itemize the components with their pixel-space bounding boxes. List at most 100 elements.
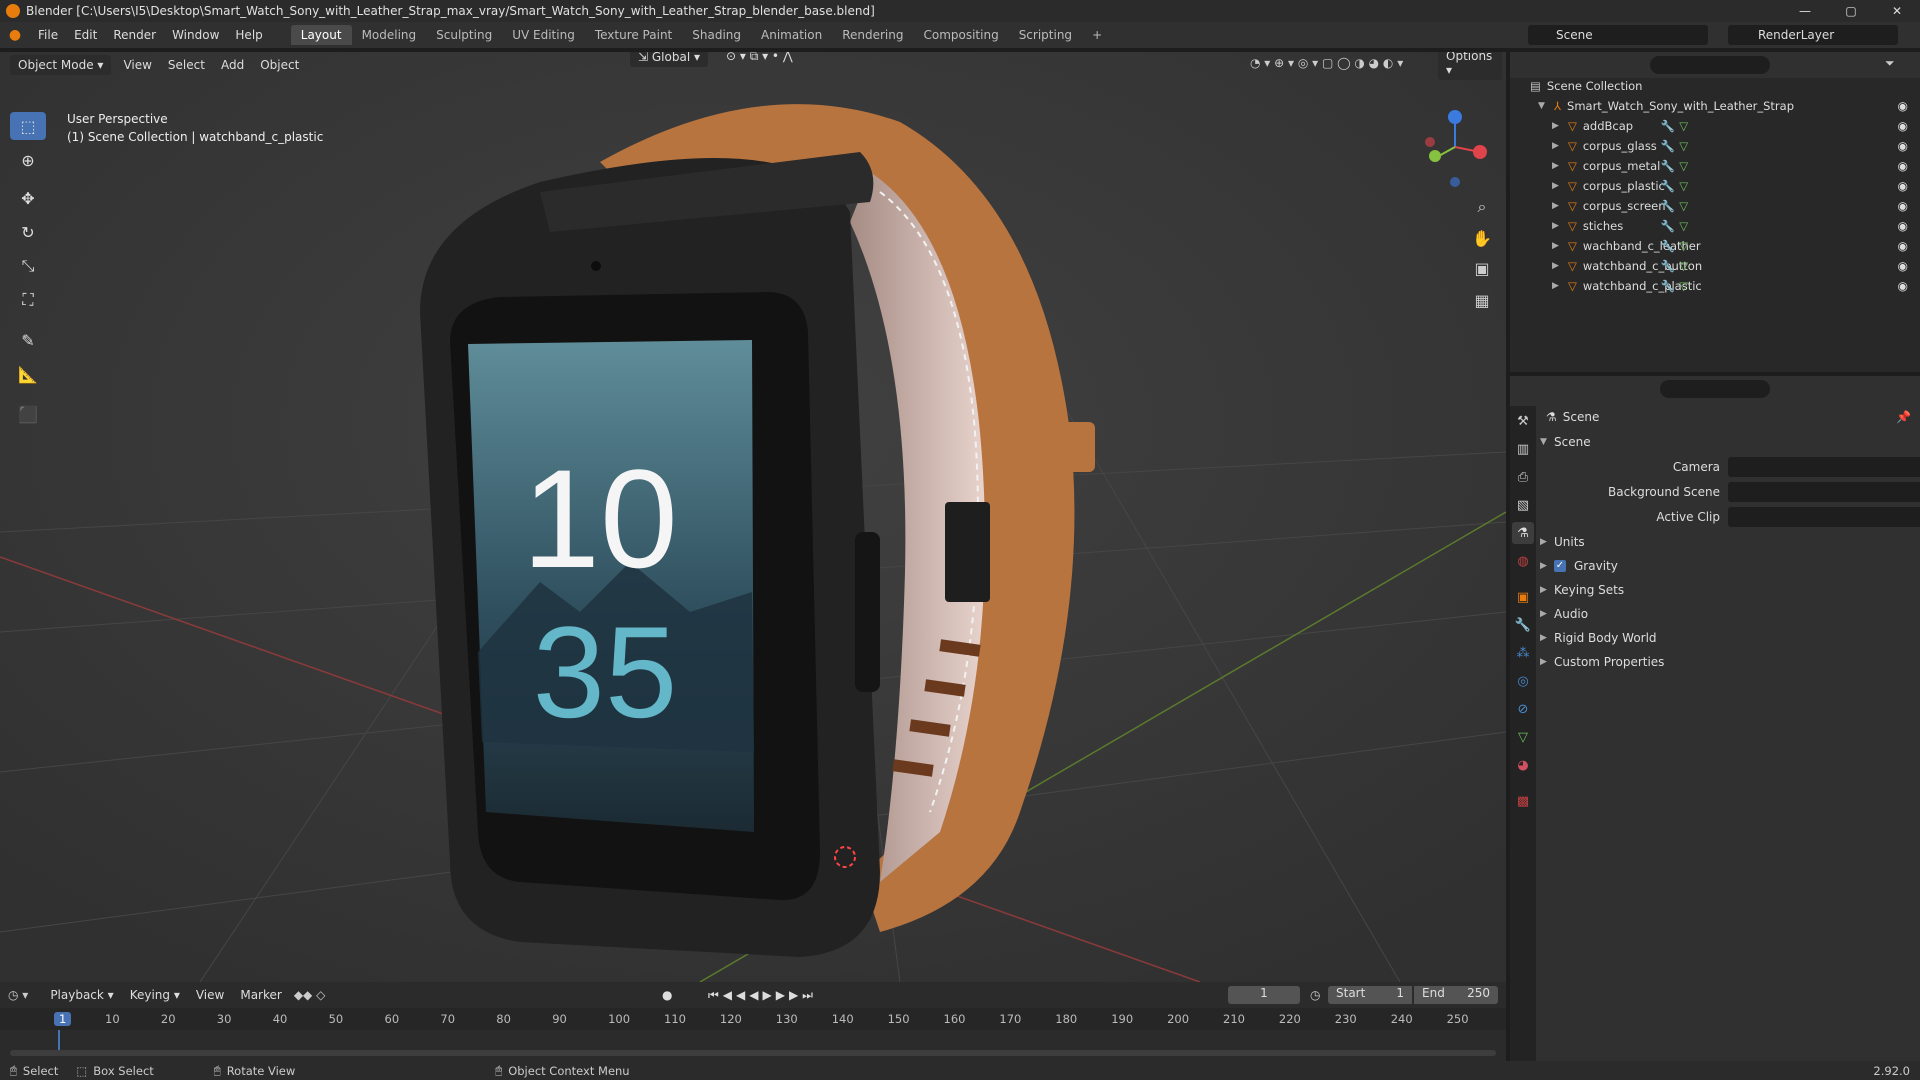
timeline-scrollbar[interactable]: [10, 1050, 1496, 1056]
properties-section-header[interactable]: ▶ ✓ Gravity: [1540, 555, 1915, 577]
menu-help[interactable]: Help: [227, 28, 270, 42]
add-cube-tool[interactable]: ⬛: [10, 400, 46, 428]
modifier-icon[interactable]: 🔧: [1661, 279, 1675, 293]
end-frame-field[interactable]: End 250: [1414, 986, 1498, 1004]
record-icon[interactable]: ●: [662, 988, 672, 1002]
menu-render[interactable]: Render: [105, 28, 164, 42]
outliner-object-row[interactable]: ▶ ▽ corpus_plastic 🔧 ▽ ◉: [1510, 176, 1920, 196]
modifier-tab-icon[interactable]: 🔧: [1512, 614, 1534, 636]
properties-search-input[interactable]: [1660, 380, 1770, 398]
object-tab-icon[interactable]: ▣: [1512, 586, 1534, 608]
cursor-tool[interactable]: ⊕: [10, 146, 46, 174]
render-tab-icon[interactable]: ▥: [1512, 438, 1534, 460]
tab-scripting[interactable]: Scripting: [1009, 25, 1082, 45]
mesh-data-icon[interactable]: ▽: [1679, 279, 1688, 293]
frame-ruler[interactable]: 1 10 20 30 40 50 60 70 80 90 100 110 120 130 140 150 160…: [0, 1008, 1506, 1056]
snapping-icons[interactable]: ⊙ ▾ ⧉ ▾ • ⋀: [718, 52, 801, 67]
close-button[interactable]: ✕: [1874, 0, 1920, 22]
visibility-eye-icon[interactable]: ◉: [1898, 219, 1908, 233]
camera-field[interactable]: [1728, 457, 1920, 477]
expand-right-icon[interactable]: ▶: [1552, 121, 1562, 131]
scale-tool[interactable]: ⤡: [10, 252, 46, 280]
expand-right-icon[interactable]: ▶: [1552, 241, 1562, 251]
expand-right-icon[interactable]: ▶: [1552, 261, 1562, 271]
modifier-icon[interactable]: 🔧: [1661, 139, 1675, 153]
transform-orientation-dropdown[interactable]: ⇲ Global ▾: [630, 52, 708, 67]
material-tab-icon[interactable]: ◕: [1512, 754, 1534, 776]
visibility-eye-icon[interactable]: ◉: [1898, 259, 1908, 273]
tab-uv-editing[interactable]: UV Editing: [502, 25, 585, 45]
annotate-tool[interactable]: ✎: [10, 326, 46, 354]
visibility-eye-icon[interactable]: ◉: [1898, 239, 1908, 253]
expand-right-icon[interactable]: ▶: [1552, 161, 1562, 171]
tool-settings-tab-icon[interactable]: ⚒: [1512, 410, 1534, 432]
move-tool[interactable]: ✥: [10, 184, 46, 212]
viewport-menu-object[interactable]: Object: [252, 55, 307, 75]
outliner-object-row[interactable]: ▶ ▽ corpus_glass 🔧 ▽ ◉: [1510, 136, 1920, 156]
scene-selector[interactable]: Scene: [1528, 25, 1708, 45]
mesh-data-icon[interactable]: ▽: [1679, 179, 1688, 193]
active-clip-field[interactable]: [1728, 507, 1920, 527]
tab-sculpting[interactable]: Sculpting: [426, 25, 502, 45]
mesh-data-icon[interactable]: ▽: [1679, 139, 1688, 153]
expand-right-icon[interactable]: ▶: [1552, 281, 1562, 291]
modifier-icon[interactable]: 🔧: [1661, 239, 1675, 253]
select-box-tool[interactable]: ⬚: [10, 112, 46, 140]
mesh-data-icon[interactable]: ▽: [1679, 119, 1688, 133]
properties-section-header[interactable]: ▶ Keying Sets: [1540, 579, 1915, 601]
maximize-button[interactable]: ▢: [1828, 0, 1874, 22]
modifier-icon[interactable]: 🔧: [1661, 119, 1675, 133]
visibility-eye-icon[interactable]: ◉: [1898, 279, 1908, 293]
background-scene-field[interactable]: [1728, 482, 1920, 502]
gravity-checkbox[interactable]: ✓: [1554, 560, 1566, 572]
outliner-object-row[interactable]: ▶ ▽ corpus_screen 🔧 ▽ ◉: [1510, 196, 1920, 216]
modifier-icon[interactable]: 🔧: [1661, 199, 1675, 213]
editor-type-icon[interactable]: ◷ ▾: [8, 988, 28, 1002]
tab-texture-paint[interactable]: Texture Paint: [585, 25, 682, 45]
expand-right-icon[interactable]: ▶: [1552, 201, 1562, 211]
timeline-menu-keying[interactable]: Keying ▾: [122, 985, 188, 1005]
timeline-menu-marker[interactable]: Marker: [232, 985, 289, 1005]
visibility-eye-icon[interactable]: ◉: [1898, 99, 1908, 113]
add-workspace-icon[interactable]: +: [1082, 25, 1112, 45]
menu-file[interactable]: File: [30, 28, 66, 42]
mesh-data-icon[interactable]: ▽: [1679, 259, 1688, 273]
expand-right-icon[interactable]: ▶: [1552, 221, 1562, 231]
modifier-icon[interactable]: 🔧: [1661, 259, 1675, 273]
viewport-menu-add[interactable]: Add: [213, 55, 252, 75]
transform-tool[interactable]: ⛶: [10, 286, 46, 314]
output-tab-icon[interactable]: ⎙: [1512, 466, 1534, 488]
outliner-object-row[interactable]: ▶ ▽ wachband_c_leather 🔧 ▽ ◉: [1510, 236, 1920, 256]
viewport-menu-view[interactable]: View: [115, 55, 159, 75]
tab-animation[interactable]: Animation: [751, 25, 832, 45]
texture-tab-icon[interactable]: ▩: [1512, 790, 1534, 812]
3d-viewport[interactable]: 10 35 ⌕ ✋ ▣ ▦ Object Mode ▾ View Select …: [0, 52, 1506, 982]
mesh-data-icon[interactable]: ▽: [1679, 199, 1688, 213]
scene-panel-header[interactable]: ▼ Scene: [1540, 431, 1915, 453]
mesh-data-icon[interactable]: ▽: [1679, 159, 1688, 173]
expand-right-icon[interactable]: ▶: [1552, 181, 1562, 191]
minimize-button[interactable]: —: [1782, 0, 1828, 22]
timeline-menu-playback[interactable]: Playback ▾: [42, 985, 121, 1005]
zoom-icon[interactable]: ⌕: [1478, 197, 1487, 216]
viewport-shading-icons[interactable]: ◔ ▾ ⊕ ▾ ◎ ▾ ▢ ◯ ◑ ◕ ◐ ▾: [1250, 56, 1403, 70]
playback-controls[interactable]: ⏮◀◀◀▶▶▶⏭: [708, 988, 817, 1003]
timeline-menu-view[interactable]: View: [188, 985, 232, 1005]
renderlayer-selector[interactable]: RenderLayer: [1728, 25, 1898, 45]
outliner-collection-row[interactable]: ▼ ⅄ Smart_Watch_Sony_with_Leather_Strap …: [1510, 96, 1920, 116]
object-mode-dropdown[interactable]: Object Mode ▾: [10, 55, 112, 75]
visibility-eye-icon[interactable]: ◉: [1898, 159, 1908, 173]
current-frame-field[interactable]: 1: [1228, 986, 1300, 1004]
filter-icon[interactable]: ⏷: [1885, 56, 1895, 71]
modifier-icon[interactable]: 🔧: [1661, 159, 1675, 173]
blender-menu-icon[interactable]: ●: [0, 27, 30, 43]
menu-edit[interactable]: Edit: [66, 28, 105, 42]
properties-section-header[interactable]: ▶ Custom Properties: [1540, 651, 1915, 673]
tab-layout[interactable]: Layout: [290, 25, 352, 45]
ortho-grid-icon[interactable]: ▦: [1474, 291, 1489, 310]
outliner-scene-collection[interactable]: ▤ Scene Collection: [1510, 76, 1920, 96]
outliner-search-input[interactable]: [1650, 56, 1770, 74]
tab-shading[interactable]: Shading: [682, 25, 751, 45]
menu-window[interactable]: Window: [164, 28, 227, 42]
outliner-object-row[interactable]: ▶ ▽ stiches 🔧 ▽ ◉: [1510, 216, 1920, 236]
